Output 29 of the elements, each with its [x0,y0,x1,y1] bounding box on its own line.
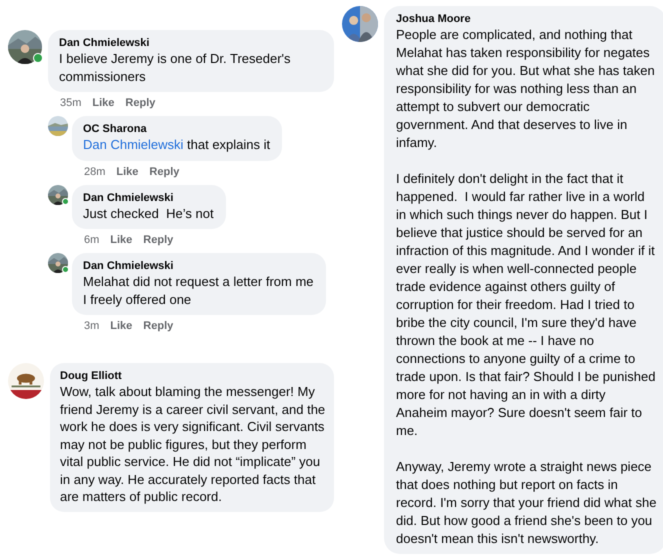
author-name[interactable]: Doug Elliott [60,369,328,383]
action-link[interactable]: Reply [125,97,156,109]
action-link[interactable]: Reply [143,320,174,332]
comment-text: I definitely don't delight in the fact that it happened. I would far rather live in a world in which such things never do happen. But I believe that justice should be served for an infraction of this magnitude. And I wonder if it ever really is when well-connected people trade evidence against others guilty of corruption for their freedom. Had I tried to bribe the city council, I'm sure they'd have thrown the book at me -- I have no connections to anyone guilty of a crime to trade upon. Is that fair? Should I be punished more for not having an in with a dirty Anaheim mayor? Sure doesn't seem fair to me. [396,170,656,440]
mention-link[interactable]: Dan Chmielewski [83,137,184,152]
timestamp: 6m [84,234,100,246]
comment-text: Dan Chmielewski that explains it [83,136,270,154]
author-name[interactable]: Dan Chmielewski [83,259,314,273]
comment-text: I believe Jeremy is one of Dr. Treseder's commissioners [59,50,292,85]
author-name[interactable]: Dan Chmielewski [59,36,322,50]
online-status-dot [33,53,43,63]
action-link[interactable]: Like [110,234,132,246]
comment-text: Anyway, Jeremy wrote a straight news piece that does nothing but report on facts in record. I'm sorry that your friend did what she did. But how good a friend she's been to you doesn't mean this isn't newsworthy. [396,458,658,548]
action-link[interactable]: Like [92,97,114,109]
author-name[interactable]: Joshua Moore [396,12,658,26]
timestamp: 28m [84,166,106,178]
author-name[interactable]: OC Sharona [83,122,270,136]
timestamp: 3m [84,320,100,332]
action-link[interactable]: Like [110,320,132,332]
online-status-dot [62,266,69,273]
action-link[interactable]: Like [116,166,138,178]
comment-text: Melahat did not request a letter from me I freely offered one [83,273,314,308]
action-link[interactable]: Reply [143,234,174,246]
timestamp: 35m [60,97,82,109]
comment-text: People are complicated, and nothing that Melahat has taken responsibility for negates what she did for you. But what she has taken responsibility for was nothing less than an attempt to subvert our democratic government. And that deserves to live in infamy. [396,26,656,152]
author-name[interactable]: Dan Chmielewski [83,190,214,204]
action-link[interactable]: Reply [149,166,180,178]
comment-text: Just checked He’s not [83,204,214,222]
comment-text: Wow, talk about blaming the messenger! My friend Jeremy is a career civil servant, and the work he does is very significant. Civil servants may not be public figures, but they perform vital public service. He did not “implicate” you in any way. He accurately reported facts that are matters of public record. [60,383,326,506]
